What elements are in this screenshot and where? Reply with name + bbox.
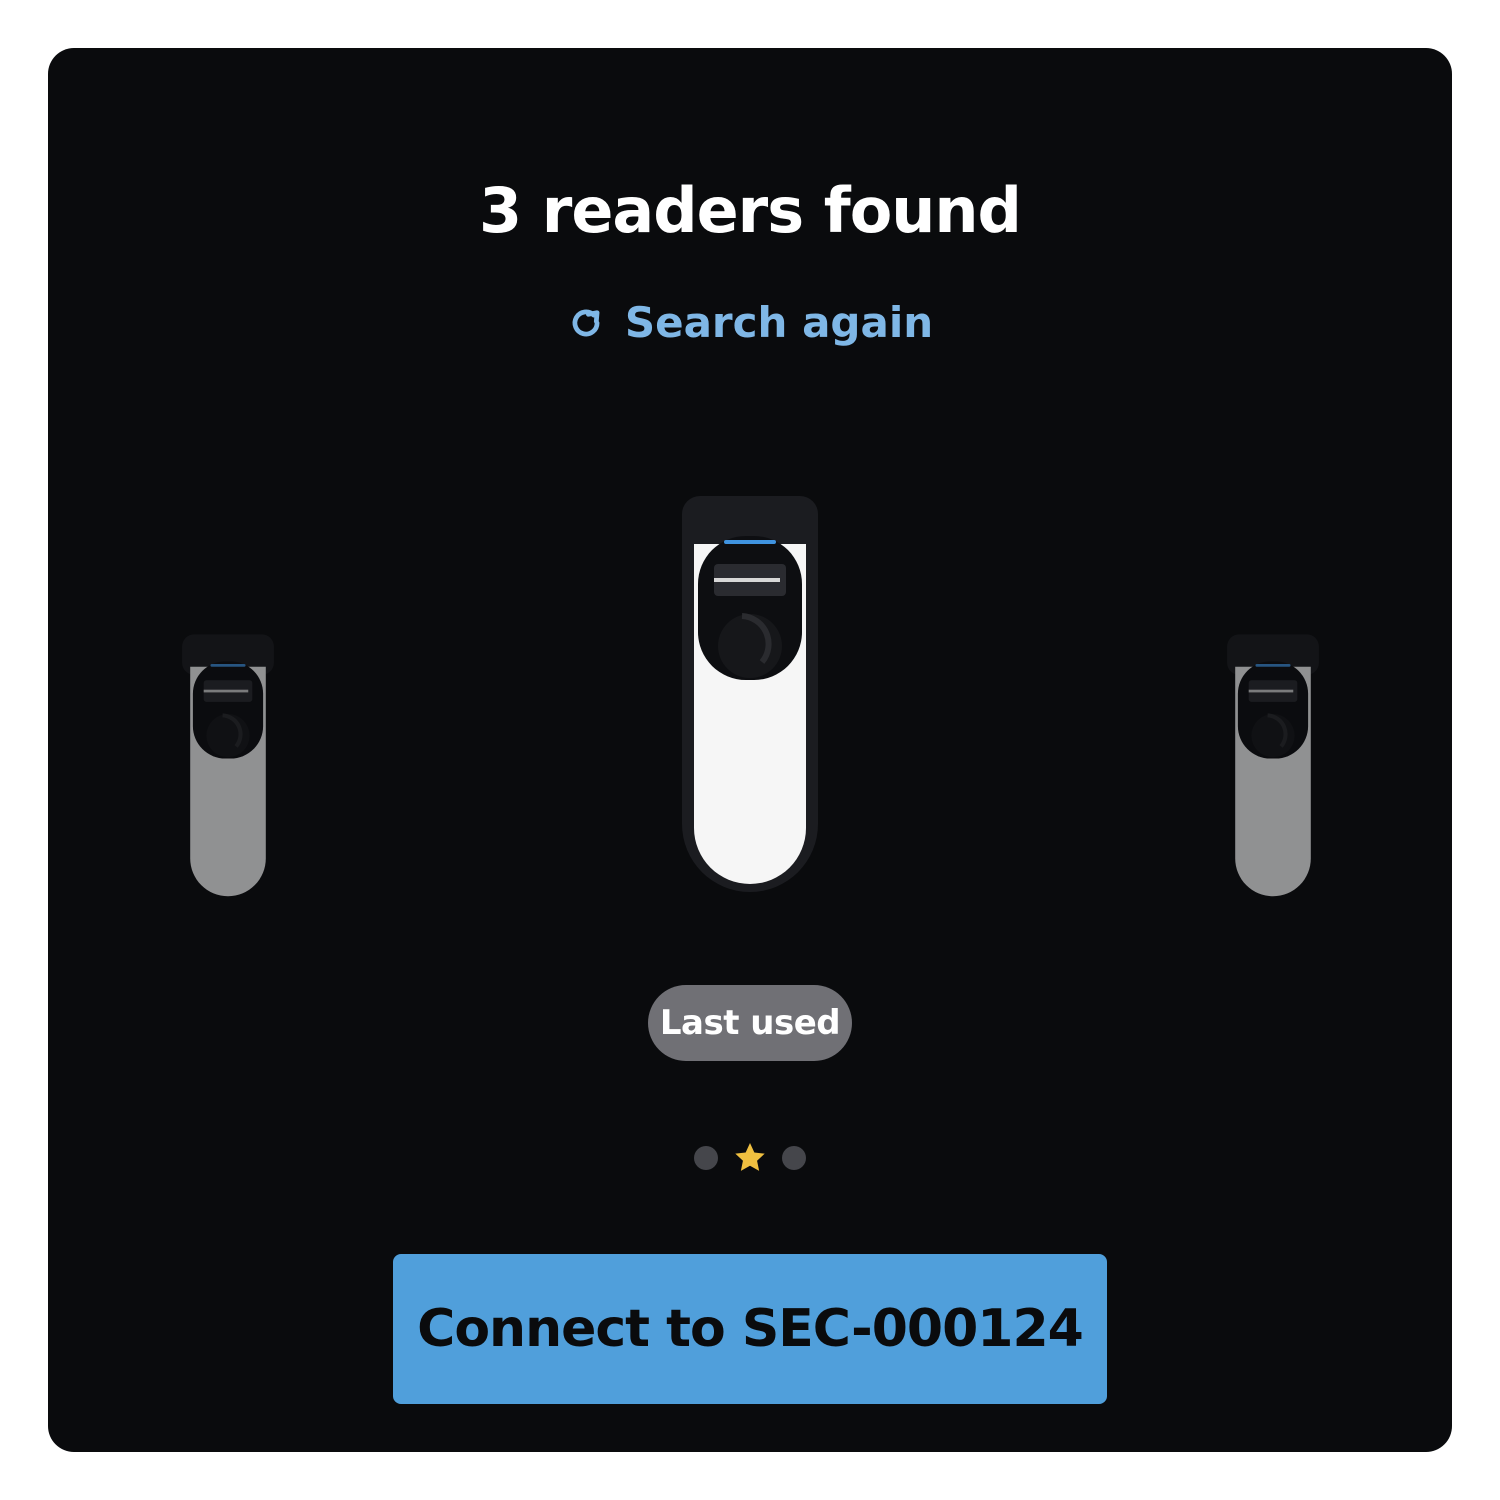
connect-button[interactable]: Connect to SEC-000124 — [393, 1254, 1107, 1404]
star-icon[interactable] — [732, 1140, 768, 1176]
card-reader-icon — [1227, 634, 1319, 897]
card-reader-icon — [182, 634, 274, 897]
refresh-icon — [567, 304, 605, 342]
card-reader-icon — [682, 496, 818, 892]
pager-dot-3[interactable] — [782, 1146, 806, 1170]
reader-device-right[interactable] — [1223, 633, 1323, 903]
pager-dot-1[interactable] — [694, 1146, 718, 1170]
last-used-badge: Last used — [648, 985, 852, 1061]
carousel-pager — [48, 1140, 1452, 1176]
reader-device-left[interactable] — [178, 633, 278, 903]
reader-selection-panel: 3 readers found Search again Last used C… — [48, 48, 1452, 1452]
reader-device-selected[interactable] — [680, 494, 820, 894]
page-title: 3 readers found — [479, 174, 1022, 247]
search-again-label: Search again — [624, 298, 934, 347]
search-again-button[interactable]: Search again — [48, 298, 1452, 347]
